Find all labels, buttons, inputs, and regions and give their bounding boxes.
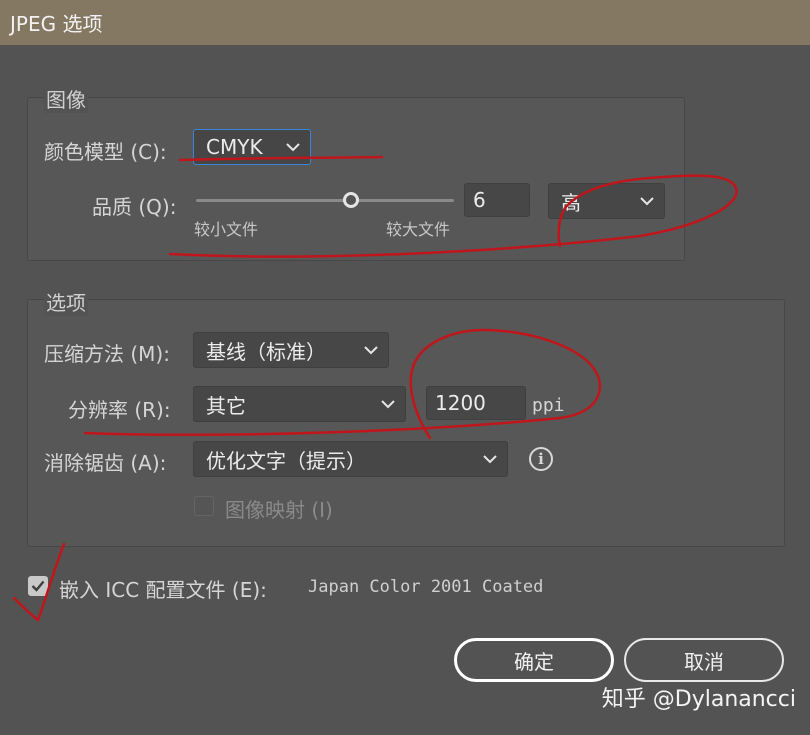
resolution-dropdown[interactable]: 其它 <box>193 386 406 422</box>
chevron-down-icon <box>284 138 302 156</box>
compression-value: 基线（标准） <box>206 339 326 364</box>
title-bar: JPEG 选项 <box>0 0 810 45</box>
image-group <box>27 97 685 261</box>
color-model-value: CMYK <box>206 135 263 159</box>
quality-value: 6 <box>473 188 486 212</box>
watermark: 知乎 @Dylanancci <box>601 687 796 712</box>
resolution-label: 分辨率 (R): <box>68 398 171 422</box>
ok-button[interactable]: 确定 <box>454 638 614 682</box>
options-group-title: 选项 <box>44 287 88 316</box>
image-group-title: 图像 <box>44 84 88 113</box>
quality-preset-dropdown[interactable]: 高 <box>548 183 665 219</box>
options-group <box>27 299 785 547</box>
cancel-button[interactable]: 取消 <box>624 638 784 682</box>
quality-max-label: 较大文件 <box>386 220 451 239</box>
embed-icc-label: 嵌入 ICC 配置文件 (E): <box>59 578 267 602</box>
quality-slider-thumb[interactable] <box>342 192 359 208</box>
chevron-down-icon <box>379 395 397 413</box>
antialias-dropdown[interactable]: 优化文字（提示） <box>193 441 508 477</box>
imagemap-label: 图像映射 (I) <box>225 498 333 522</box>
antialias-label: 消除锯齿 (A): <box>44 451 167 475</box>
info-icon[interactable]: i <box>529 447 553 471</box>
color-model-label: 颜色模型 (C): <box>44 140 167 164</box>
compression-label: 压缩方法 (M): <box>44 342 170 366</box>
chevron-down-icon <box>481 450 499 468</box>
imagemap-checkbox <box>194 496 214 516</box>
embed-icc-profile: Japan Color 2001 Coated <box>308 577 544 597</box>
resolution-value: 其它 <box>206 393 246 418</box>
embed-icc-checkbox[interactable] <box>28 576 48 596</box>
quality-preset-value: 高 <box>561 190 581 215</box>
window-title: JPEG 选项 <box>10 12 103 36</box>
resolution-unit: ppi <box>532 395 565 416</box>
resolution-custom-value: 1200 <box>435 391 486 415</box>
resolution-custom-field[interactable]: 1200 <box>426 386 526 420</box>
checkmark-icon <box>31 580 45 592</box>
chevron-down-icon <box>638 192 656 210</box>
antialias-value: 优化文字（提示） <box>206 448 366 473</box>
quality-value-field[interactable]: 6 <box>464 183 530 217</box>
chevron-down-icon <box>362 341 380 359</box>
compression-dropdown[interactable]: 基线（标准） <box>193 332 389 368</box>
color-model-dropdown[interactable]: CMYK <box>193 129 311 165</box>
quality-min-label: 较小文件 <box>194 220 259 239</box>
quality-slider-track[interactable] <box>196 199 454 202</box>
quality-label: 品质 (Q): <box>92 195 177 219</box>
